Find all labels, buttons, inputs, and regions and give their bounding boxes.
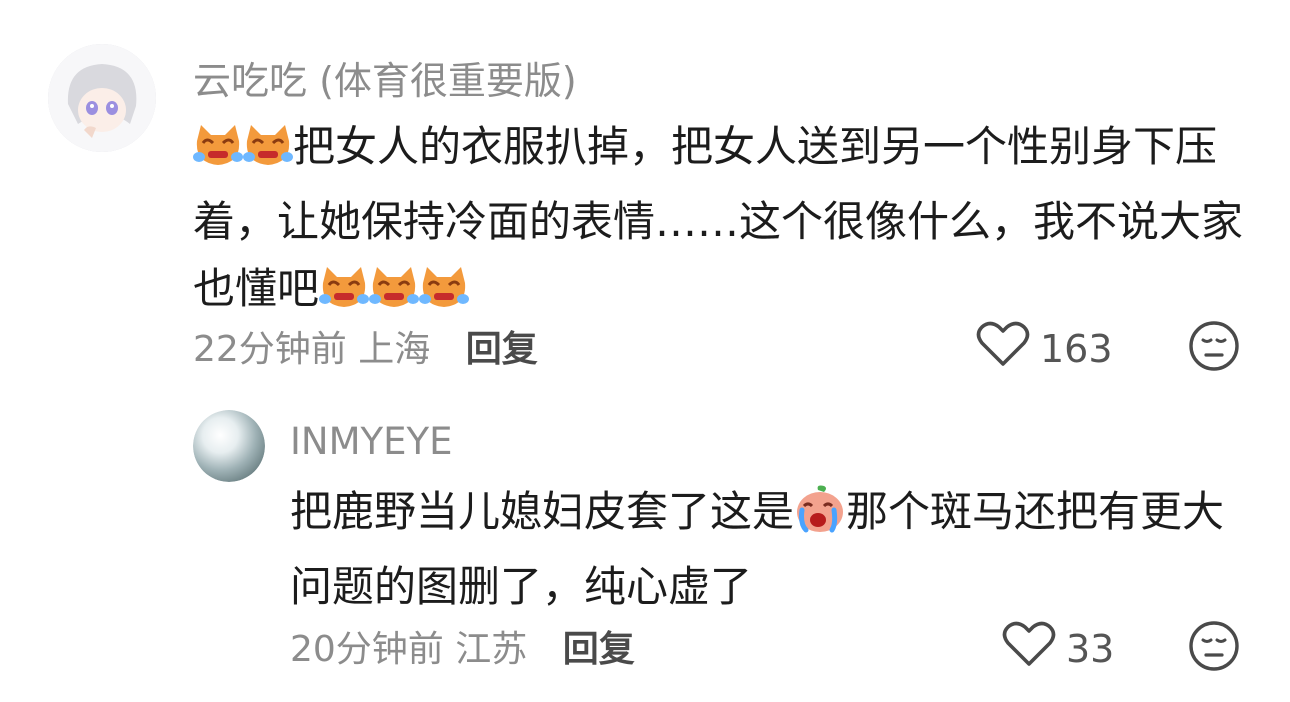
crying-cat-emoji [193, 121, 243, 188]
comment-like-button[interactable]: 163 [976, 320, 1113, 377]
comment-location: 上海 [358, 329, 431, 370]
heart-outline-icon [1002, 620, 1056, 677]
like-count: 163 [1040, 326, 1113, 371]
reply-time: 20分钟前 [290, 629, 444, 670]
reply-text-start: 把鹿野当儿媳妇皮套了这是 [290, 487, 795, 536]
reply-meta: 20分钟前 江苏 回复 [290, 620, 635, 672]
reply-reply-button[interactable]: 回复 [563, 629, 635, 670]
comment-author[interactable]: 云吃吃 (体育很重要版) [193, 50, 577, 105]
heart-outline-icon [976, 320, 1030, 377]
crying-cat-emoji [243, 121, 293, 188]
comment-time: 22分钟前 [193, 329, 347, 370]
comment-avatar[interactable] [48, 44, 156, 152]
crying-face-emoji [794, 484, 846, 553]
reply-avatar[interactable] [193, 410, 265, 482]
comment-body: 把女人的衣服扒掉，把女人送到另一个性别身下压着，让她保持冷面的表情……这个很像什… [193, 113, 1248, 330]
meh-face-icon[interactable] [1188, 620, 1240, 676]
meh-face-icon[interactable] [1188, 320, 1240, 376]
reply-author[interactable]: INMYEYE [290, 420, 452, 463]
reply-like-button[interactable]: 33 [1002, 620, 1114, 677]
reply-button[interactable]: 回复 [466, 329, 538, 370]
comment-meta: 22分钟前 上海 回复 [193, 320, 538, 372]
like-count: 33 [1066, 626, 1115, 671]
reply-body: 把鹿野当儿媳妇皮套了这是 那个斑马还把有更大问题的图删了，纯心虚了 [290, 478, 1250, 620]
reply-location: 江苏 [455, 629, 528, 670]
